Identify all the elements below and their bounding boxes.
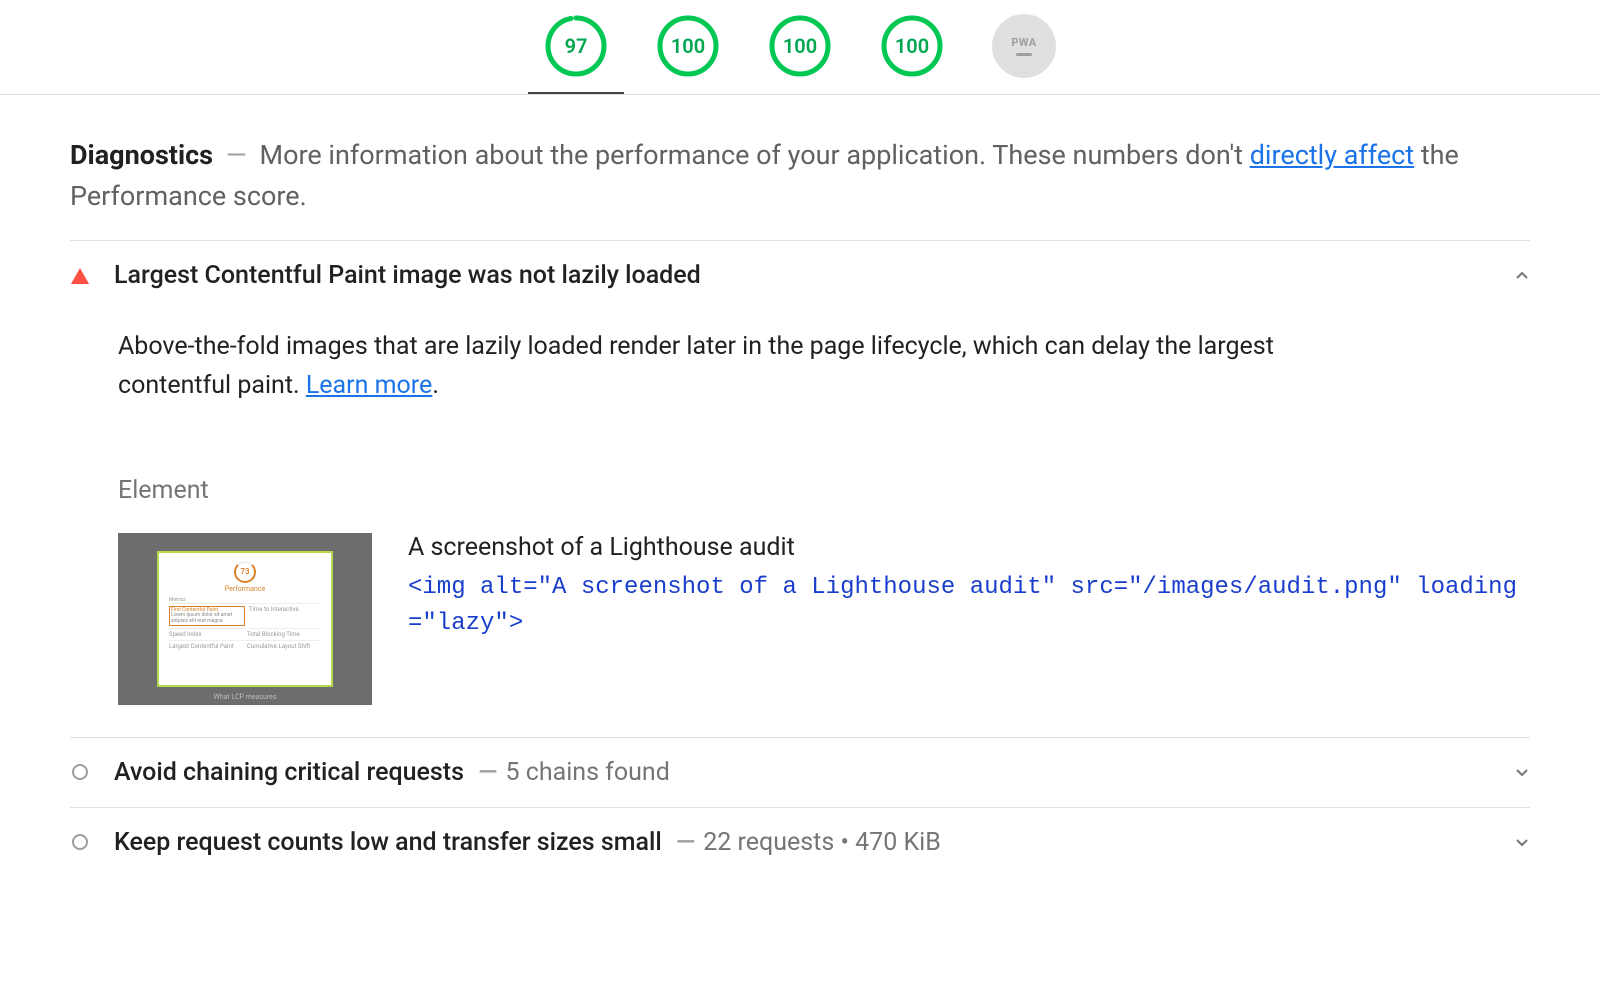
- element-thumbnail: 73 Performance Metrics First Contentful …: [118, 533, 372, 705]
- score-value: 100: [783, 34, 817, 58]
- element-column-header: Element: [118, 476, 1530, 505]
- diagnostics-desc-before: More information about the performance o…: [260, 139, 1250, 171]
- score-value: 100: [671, 34, 705, 58]
- pwa-bar-icon: [1016, 53, 1032, 56]
- diagnostics-link[interactable]: directly affect: [1250, 139, 1414, 171]
- audit-row-chaining[interactable]: Avoid chaining critical requests —5 chai…: [70, 738, 1530, 808]
- score-gauge-accessibility[interactable]: 100: [656, 14, 720, 78]
- element-code: <img alt="A screenshot of a Lighthouse a…: [408, 570, 1530, 642]
- audit-title: Largest Contentful Paint image was not l…: [114, 261, 701, 290]
- info-circle-icon: [70, 832, 90, 852]
- warning-triangle-icon: [70, 266, 90, 286]
- score-value: 97: [565, 34, 588, 58]
- chevron-down-icon: [1514, 764, 1530, 780]
- pwa-label: PWA: [1011, 36, 1036, 49]
- score-header: 97 100 100 100 PWA: [0, 0, 1600, 95]
- element-row: 73 Performance Metrics First Contentful …: [118, 533, 1530, 705]
- score-gauge-seo[interactable]: 100: [880, 14, 944, 78]
- audit-title: Avoid chaining critical requests —5 chai…: [114, 758, 670, 787]
- info-circle-icon: [70, 762, 90, 782]
- diagnostics-title: Diagnostics: [70, 139, 213, 171]
- audit-row-lcp-lazy[interactable]: Largest Contentful Paint image was not l…: [70, 241, 1530, 310]
- audit-description: Above-the-fold images that are lazily lo…: [118, 328, 1278, 406]
- score-gauge-performance[interactable]: 97: [544, 14, 608, 78]
- chevron-down-icon: [1514, 834, 1530, 850]
- learn-more-link[interactable]: Learn more: [306, 371, 432, 400]
- audit-title: Keep request counts low and transfer siz…: [114, 828, 941, 857]
- element-caption: A screenshot of a Lighthouse audit: [408, 533, 1530, 562]
- audit-row-request-counts[interactable]: Keep request counts low and transfer siz…: [70, 808, 1530, 877]
- pwa-badge[interactable]: PWA: [992, 14, 1056, 78]
- audit-body-lcp-lazy: Above-the-fold images that are lazily lo…: [70, 310, 1530, 738]
- diagnostics-intro: Diagnostics — More information about the…: [70, 135, 1530, 216]
- score-gauge-best-practices[interactable]: 100: [768, 14, 832, 78]
- score-value: 100: [895, 34, 929, 58]
- chevron-up-icon: [1514, 268, 1530, 284]
